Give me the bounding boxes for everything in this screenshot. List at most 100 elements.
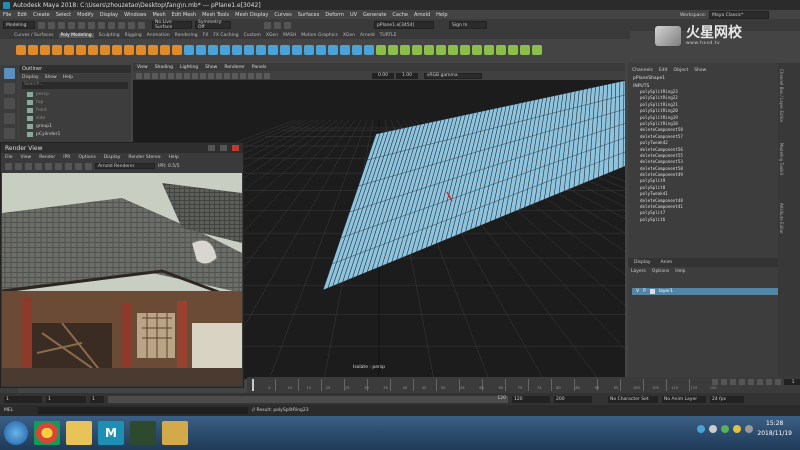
shelf-quad-draw-icon[interactable] (364, 45, 374, 55)
channel-box-menu-channels[interactable]: Channels (632, 68, 653, 73)
shelf-svg-icon[interactable] (184, 45, 194, 55)
shelf-unfold-icon[interactable] (532, 45, 542, 55)
close-icon[interactable] (232, 145, 239, 151)
security-icon[interactable] (721, 425, 730, 433)
minimize-icon[interactable] (208, 145, 215, 151)
volume-icon[interactable] (709, 425, 718, 433)
start-time-field[interactable]: 1 (4, 395, 42, 403)
maximize-icon[interactable] (220, 145, 227, 151)
shelf-cube-icon[interactable] (28, 45, 38, 55)
render-view-menu-file[interactable]: File (5, 155, 13, 160)
end-time-field[interactable]: 200 (554, 395, 592, 403)
layer-color-swatch[interactable] (649, 289, 655, 294)
network-icon[interactable] (697, 425, 706, 433)
fps-dropdown[interactable]: 24 fps (710, 395, 744, 403)
side-tab-channel-box[interactable]: Channel Box / Layer Editor (779, 69, 784, 122)
screen-capture-icon[interactable] (130, 421, 156, 445)
wireframe-icon[interactable] (192, 72, 198, 79)
menu-curves[interactable]: Curves (274, 12, 291, 18)
viewport-menu-show[interactable]: Show (205, 65, 217, 70)
snap-curve-icon[interactable] (128, 21, 135, 29)
step-forward-key-icon[interactable] (766, 379, 772, 385)
step-back-key-icon[interactable] (721, 379, 727, 385)
render-settings-icon[interactable] (284, 21, 291, 29)
shelf-prism-icon[interactable] (124, 45, 134, 55)
shelf-connect-icon[interactable] (352, 45, 362, 55)
shelf-tab-fx[interactable]: FX (203, 33, 209, 38)
shelf-torus-icon[interactable] (64, 45, 74, 55)
shelf-planar-map-icon[interactable] (484, 45, 494, 55)
explorer-icon[interactable] (66, 421, 92, 445)
folder-icon[interactable] (162, 421, 188, 445)
play-backward-icon[interactable] (739, 379, 745, 385)
character-set-dropdown[interactable]: No Character Set (608, 395, 658, 403)
open-scene-icon[interactable] (48, 21, 55, 29)
shelf-sphere-icon[interactable] (16, 45, 26, 55)
shelf-crease-icon[interactable] (460, 45, 470, 55)
shelf-tab-rigging[interactable]: Rigging (125, 33, 142, 38)
lights-icon[interactable] (224, 72, 230, 79)
viewport-menu-lighting[interactable]: Lighting (180, 65, 198, 70)
render-view-titlebar[interactable]: Render View (1, 143, 243, 153)
save-scene-icon[interactable] (58, 21, 65, 29)
shelf-extrude-icon[interactable] (292, 45, 302, 55)
layer-visible-toggle[interactable]: V (636, 289, 639, 294)
ambient-occlusion-icon[interactable] (240, 72, 246, 79)
shelf-tab-motion-graphics[interactable]: Motion Graphics (301, 33, 338, 38)
render-view-menu-help[interactable]: Help (169, 155, 179, 160)
side-tab-modeling-toolkit[interactable]: Modeling Toolkit (779, 143, 784, 175)
menu-mesh-tools[interactable]: Mesh Tools (202, 12, 229, 18)
renderer-dropdown[interactable]: Arnold Renderer (95, 163, 155, 169)
menu-uv[interactable]: UV (350, 12, 357, 18)
shelf-separate-icon[interactable] (220, 45, 230, 55)
grid-toggle-icon[interactable] (168, 72, 174, 79)
shelf-slide-icon[interactable] (412, 45, 422, 55)
maya-taskbar-icon[interactable]: M (98, 421, 124, 445)
command-input[interactable] (38, 407, 248, 414)
layer-playback-toggle[interactable]: P (643, 289, 646, 294)
shelf-helix-icon[interactable] (148, 45, 158, 55)
command-language[interactable]: MEL (4, 408, 34, 413)
render-view-menu-options[interactable]: Options (78, 155, 95, 160)
render-view-menu-ipr[interactable]: IPR (63, 155, 70, 160)
render-view-menu-view[interactable]: View (21, 155, 32, 160)
step-back-icon[interactable] (730, 379, 736, 385)
clock[interactable]: 15:28 2018/11/19 (757, 419, 792, 439)
chrome-icon[interactable] (34, 421, 60, 445)
render-view-menu-display[interactable]: Display (104, 155, 121, 160)
shelf-tab-arnold[interactable]: Arnold (360, 33, 375, 38)
layer-menu-layers[interactable]: Layers (631, 269, 646, 274)
snap-grid-icon[interactable] (118, 21, 125, 29)
symmetry-dropdown[interactable]: Symmetry: Off (195, 20, 231, 30)
shelf-mirror-icon[interactable] (256, 45, 266, 55)
shelf-platonic-icon[interactable] (100, 45, 110, 55)
shelf-tab-fx-caching[interactable]: FX Caching (213, 33, 238, 38)
shelf-offset-loop-icon[interactable] (388, 45, 398, 55)
workspace-selector[interactable]: Workspace: Maya Classic* (680, 11, 770, 19)
alpha-channel-icon[interactable] (65, 162, 72, 170)
select-object-icon[interactable] (98, 21, 105, 29)
bookmark-icon[interactable] (152, 72, 158, 79)
viewport-menu-view[interactable]: View (137, 65, 148, 70)
sign-in-button[interactable]: Sign In (449, 21, 487, 29)
render-view-menu-render-stereo[interactable]: Render Stereo (128, 155, 160, 160)
outliner-item[interactable]: group1 (19, 122, 131, 130)
shelf-cone-icon[interactable] (52, 45, 62, 55)
menu-deform[interactable]: Deform (325, 12, 344, 18)
image-plane-icon[interactable] (160, 72, 166, 79)
snap-point-icon[interactable] (138, 21, 145, 29)
gamma-field[interactable]: 1.00 (396, 72, 418, 79)
shelf-sew-uv-icon[interactable] (520, 45, 530, 55)
undo-icon[interactable] (68, 21, 75, 29)
ipr-icon[interactable] (35, 162, 42, 170)
shelf-soccer-icon[interactable] (172, 45, 182, 55)
play-forward-icon[interactable] (748, 379, 754, 385)
menu-windows[interactable]: Windows (124, 12, 146, 18)
camera-icon[interactable] (136, 72, 142, 79)
shelf-tab-turtle[interactable]: TURTLE (380, 33, 397, 38)
render-frame-icon[interactable] (264, 21, 271, 29)
keep-image-icon[interactable] (75, 162, 82, 170)
viewport-menu-shading[interactable]: Shading (155, 65, 173, 70)
viewport-menu-panels[interactable]: Panels (252, 65, 266, 70)
shelf-flip-icon[interactable] (424, 45, 434, 55)
